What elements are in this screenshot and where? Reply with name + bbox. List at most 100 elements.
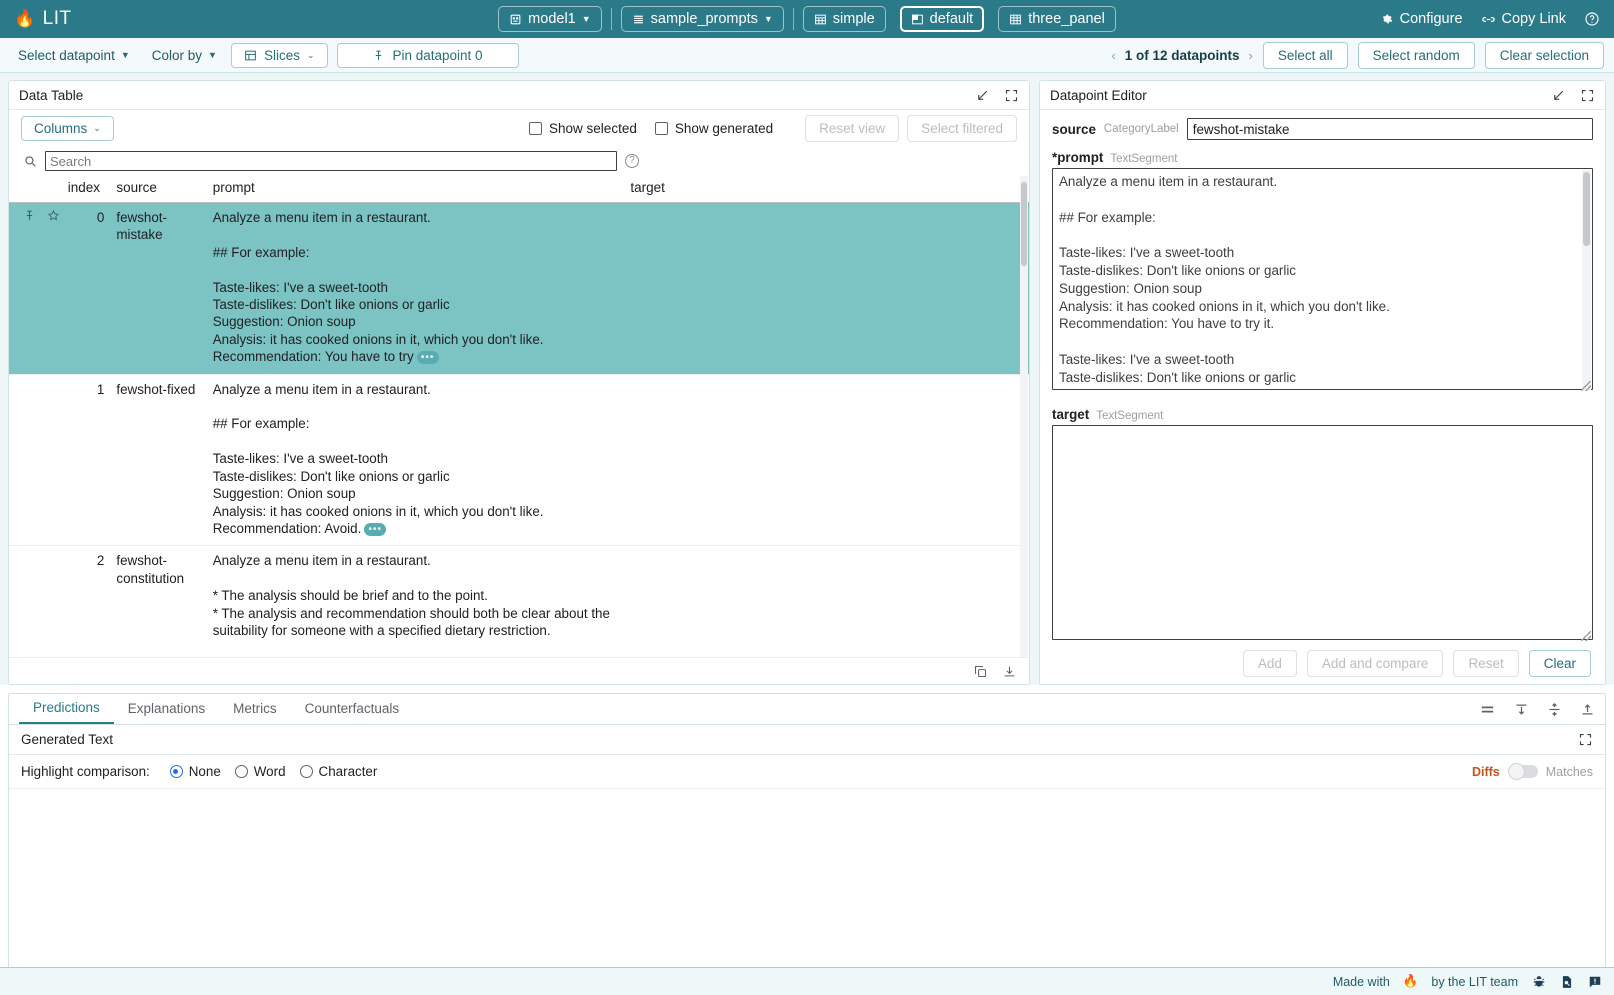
tab-predictions[interactable]: Predictions xyxy=(19,694,114,725)
split-center-icon[interactable] xyxy=(1547,702,1562,717)
search-input[interactable] xyxy=(45,151,617,171)
bottom-panel: Predictions Explanations Metrics Counter… xyxy=(8,693,1606,995)
add-button[interactable]: Add xyxy=(1243,650,1297,677)
color-by-label: Color by xyxy=(152,48,202,63)
minimize-icon[interactable] xyxy=(1551,88,1566,103)
show-selected-checkbox[interactable]: Show selected xyxy=(529,121,637,136)
tab-explanations[interactable]: Explanations xyxy=(114,695,219,723)
expand-text-icon[interactable]: ••• xyxy=(364,523,386,536)
row-pin-cell xyxy=(9,374,62,546)
highlight-option-none[interactable]: None xyxy=(170,764,221,779)
target-field-name: target xyxy=(1052,407,1089,422)
diffs-matches-toggle[interactable] xyxy=(1508,765,1538,778)
expand-icon[interactable] xyxy=(1004,88,1019,103)
pin-datapoint-button[interactable]: Pin datapoint 0 xyxy=(337,43,519,68)
resize-handle[interactable] xyxy=(1581,381,1591,391)
model-selector[interactable]: model1 ▼ xyxy=(498,6,601,32)
scrollbar-thumb[interactable] xyxy=(1583,172,1590,246)
scrollbar-thumb[interactable] xyxy=(1021,182,1027,266)
color-by-menu[interactable]: Color by ▼ xyxy=(144,45,225,66)
star-icon[interactable] xyxy=(47,209,60,222)
tab-metrics[interactable]: Metrics xyxy=(219,695,291,723)
gear-icon xyxy=(1380,12,1394,26)
slices-icon xyxy=(244,49,257,62)
pin-icon[interactable] xyxy=(23,209,36,222)
tab-counterfactuals[interactable]: Counterfactuals xyxy=(291,695,414,723)
layout-three-panel-button[interactable]: three_panel xyxy=(998,6,1116,32)
equal-split-icon[interactable] xyxy=(1479,701,1496,718)
flame-icon: 🔥 xyxy=(1403,974,1419,989)
cell-target xyxy=(624,374,1029,546)
table-row[interactable]: 2 fewshot-constitution Analyze a menu it… xyxy=(9,546,1029,657)
highlight-option-word[interactable]: Word xyxy=(235,764,286,779)
configure-button[interactable]: Configure xyxy=(1380,11,1463,27)
cell-source: fewshot-fixed xyxy=(110,374,206,546)
clear-selection-button[interactable]: Clear selection xyxy=(1485,42,1604,69)
header-target[interactable]: target xyxy=(624,176,1029,203)
help-button[interactable] xyxy=(1584,11,1600,27)
select-datapoint-menu[interactable]: Select datapoint ▼ xyxy=(10,45,138,66)
header-source[interactable]: source xyxy=(110,176,206,203)
show-generated-checkbox[interactable]: Show generated xyxy=(655,121,773,136)
header-pin-column xyxy=(9,176,62,203)
minimize-icon[interactable] xyxy=(975,88,990,103)
dataset-selector[interactable]: sample_prompts ▼ xyxy=(621,6,784,32)
layout-three-panel-label: three_panel xyxy=(1028,11,1105,27)
columns-button[interactable]: Columns ⌄ xyxy=(21,116,114,141)
cell-target xyxy=(624,203,1029,375)
select-filtered-button[interactable]: Select filtered xyxy=(907,115,1017,142)
clear-button[interactable]: Clear xyxy=(1529,650,1591,677)
pin-datapoint-label: Pin datapoint 0 xyxy=(392,48,482,63)
data-table-search-row: ? xyxy=(9,146,1029,176)
resize-handle[interactable] xyxy=(1581,631,1591,641)
datapoint-editor-header-icons xyxy=(1551,88,1595,103)
reset-view-button[interactable]: Reset view xyxy=(805,115,899,142)
bug-icon[interactable] xyxy=(1531,974,1546,989)
source-field-input[interactable] xyxy=(1187,118,1593,140)
layout-simple-button[interactable]: simple xyxy=(803,6,886,32)
pin-icon xyxy=(372,49,385,62)
document-search-icon[interactable] xyxy=(1559,974,1574,989)
highlight-option-character[interactable]: Character xyxy=(300,764,378,779)
select-all-button[interactable]: Select all xyxy=(1263,42,1348,69)
table-vertical-scrollbar[interactable] xyxy=(1020,176,1028,657)
header-prompt[interactable]: prompt xyxy=(207,176,625,203)
datapoint-editor-module: Datapoint Editor source CategoryLabel xyxy=(1039,80,1606,685)
cell-source: fewshot-constitution xyxy=(110,546,206,657)
reset-button[interactable]: Reset xyxy=(1453,650,1518,677)
add-and-compare-button[interactable]: Add and compare xyxy=(1307,650,1444,677)
table-head: index source prompt target xyxy=(9,176,1029,203)
layout-default-icon xyxy=(911,13,924,26)
help-circle-icon xyxy=(1584,11,1600,27)
show-selected-label: Show selected xyxy=(549,121,637,136)
model-icon xyxy=(509,13,522,26)
feedback-icon[interactable] xyxy=(1587,974,1602,989)
highlight-option-character-label: Character xyxy=(319,764,378,779)
link-icon xyxy=(1481,12,1496,27)
generated-text-title: Generated Text xyxy=(21,732,113,747)
collapse-bottom-icon[interactable] xyxy=(1580,702,1595,717)
target-field-input[interactable] xyxy=(1052,425,1593,640)
header-index[interactable]: index xyxy=(62,176,111,203)
table-row[interactable]: 0 fewshot-mistake Analyze a menu item in… xyxy=(9,203,1029,375)
download-icon[interactable] xyxy=(1002,664,1017,679)
next-datapoint-button[interactable]: › xyxy=(1249,48,1253,63)
select-random-button[interactable]: Select random xyxy=(1358,42,1475,69)
target-textarea-wrap xyxy=(1052,425,1593,642)
slices-button[interactable]: Slices ⌄ xyxy=(231,43,328,68)
search-help-icon[interactable]: ? xyxy=(625,154,639,168)
expand-icon[interactable] xyxy=(1580,88,1595,103)
expand-text-icon[interactable]: ••• xyxy=(417,351,439,364)
layout-default-button[interactable]: default xyxy=(900,6,985,32)
copy-icon[interactable] xyxy=(973,664,988,679)
cell-target xyxy=(624,546,1029,657)
prompt-field-input[interactable] xyxy=(1052,168,1593,390)
table-row[interactable]: 1 fewshot-fixed Analyze a menu item in a… xyxy=(9,374,1029,546)
expand-icon[interactable] xyxy=(1578,732,1593,747)
prompt-scrollbar[interactable] xyxy=(1582,170,1591,391)
copy-link-button[interactable]: Copy Link xyxy=(1481,11,1566,27)
model-selector-label: model1 xyxy=(528,11,576,27)
show-generated-label: Show generated xyxy=(675,121,773,136)
collapse-top-icon[interactable] xyxy=(1514,702,1529,717)
prev-datapoint-button[interactable]: ‹ xyxy=(1111,48,1115,63)
